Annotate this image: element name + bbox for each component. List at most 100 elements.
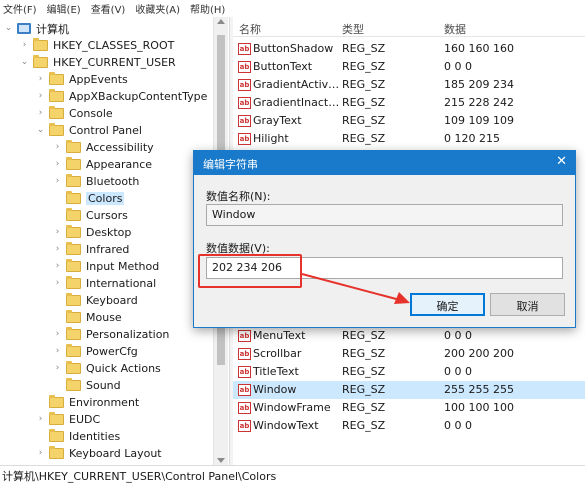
menu-file[interactable]: 文件(F) — [3, 1, 37, 16]
tree-item-sound[interactable]: Sound — [53, 377, 121, 394]
menu-edit[interactable]: 编辑(E) — [47, 1, 81, 16]
status-bar: 计算机\HKEY_CURRENT_USER\Control Panel\Colo… — [0, 465, 585, 483]
value-type: REG_SZ — [342, 347, 386, 360]
tree-item-appearance[interactable]: › Appearance — [53, 156, 152, 173]
chevron-right-icon[interactable]: › — [53, 330, 62, 339]
menu-help[interactable]: 帮助(H) — [190, 1, 225, 16]
scroll-up-arrow-icon[interactable] — [217, 19, 225, 24]
chevron-down-icon[interactable]: ⌄ — [4, 24, 13, 33]
chevron-right-icon[interactable]: › — [53, 364, 62, 373]
tree-item-cursors[interactable]: Cursors — [53, 207, 128, 224]
chevron-right-icon[interactable]: › — [36, 415, 45, 424]
chevron-right-icon[interactable]: › — [53, 347, 62, 356]
tree-item-bluetooth[interactable]: › Bluetooth — [53, 173, 139, 190]
list-item[interactable]: ab GradientActive... REG_SZ 185 209 234 — [233, 76, 585, 94]
chevron-down-icon[interactable]: ⌄ — [20, 58, 29, 67]
list-item[interactable]: ab Hilight REG_SZ 0 120 215 — [233, 130, 585, 148]
chevron-right-icon[interactable]: › — [53, 143, 62, 152]
tree-item-quick-actions[interactable]: › Quick Actions — [53, 360, 161, 377]
folder-icon — [66, 191, 81, 204]
chevron-right-icon[interactable]: › — [36, 75, 45, 84]
chevron-right-icon[interactable]: › — [53, 262, 62, 271]
tree-item-control-panel[interactable]: ⌄ Control Panel — [36, 122, 142, 139]
tree-item-accessibility[interactable]: › Accessibility — [53, 139, 154, 156]
list-item[interactable]: ab MenuText REG_SZ 0 0 0 — [233, 327, 585, 345]
string-value-icon: ab — [238, 330, 251, 342]
string-value-icon: ab — [238, 384, 251, 396]
value-data-field[interactable]: 202 234 206 — [206, 257, 563, 279]
list-item[interactable]: ab WindowFrame REG_SZ 100 100 100 — [233, 399, 585, 417]
value-name: Scrollbar — [253, 347, 302, 360]
chevron-right-icon[interactable]: › — [53, 228, 62, 237]
value-name-field[interactable]: Window — [206, 204, 563, 226]
tree-item-powercfg[interactable]: › PowerCfg — [53, 343, 138, 360]
ok-button[interactable]: 确定 — [410, 293, 485, 316]
string-value-icon: ab — [238, 61, 251, 73]
tree-item-label: Keyboard — [86, 294, 138, 307]
tree-item-computer[interactable]: ⌄ 计算机 — [4, 20, 69, 37]
tree-item-hkcu[interactable]: ⌄ HKEY_CURRENT_USER — [20, 54, 176, 71]
tree-item-environment[interactable]: Environment — [36, 394, 139, 411]
menu-view[interactable]: 查看(V) — [91, 1, 126, 16]
tree-item-personalization[interactable]: › Personalization — [53, 326, 169, 343]
tree-item-input-method[interactable]: › Input Method — [53, 258, 159, 275]
chevron-right-icon[interactable]: › — [53, 177, 62, 186]
tree-item-identities[interactable]: Identities — [36, 428, 120, 445]
tree-item-eudc[interactable]: › EUDC — [36, 411, 100, 428]
menu-favorites[interactable]: 收藏夹(A) — [135, 1, 180, 16]
chevron-right-icon[interactable]: › — [20, 41, 29, 50]
tree-item-desktop[interactable]: › Desktop — [53, 224, 131, 241]
folder-icon — [66, 293, 81, 306]
chevron-right-icon[interactable]: › — [53, 279, 62, 288]
list-item-selected[interactable]: ab Window REG_SZ 255 255 255 — [233, 381, 585, 399]
tree-item-colors[interactable]: Colors — [53, 190, 125, 207]
tree-item-console[interactable]: › Console — [36, 105, 113, 122]
tree-item-appevents[interactable]: › AppEvents — [36, 71, 128, 88]
tree-item-infrared[interactable]: › Infrared — [53, 241, 129, 258]
tree-item-label: International — [86, 277, 157, 290]
dialog-title-bar[interactable]: 编辑字符串 — [194, 151, 575, 175]
scroll-down-arrow-icon[interactable] — [217, 458, 225, 463]
cancel-button[interactable]: 取消 — [490, 293, 565, 316]
tree-item-international[interactable]: › International — [53, 275, 156, 292]
folder-icon — [66, 310, 81, 323]
chevron-right-icon[interactable]: › — [36, 109, 45, 118]
column-header-name[interactable]: 名称 — [239, 21, 261, 37]
tree-item-keyboard-layout[interactable]: › Keyboard Layout — [36, 445, 162, 462]
folder-icon — [66, 242, 81, 255]
folder-icon — [66, 140, 81, 153]
column-header-data[interactable]: 数据 — [444, 21, 466, 37]
list-item[interactable]: ab GrayText REG_SZ 109 109 109 — [233, 112, 585, 130]
chevron-right-icon[interactable]: › — [36, 92, 45, 101]
tree-item-hkcr[interactable]: › HKEY_CLASSES_ROOT — [20, 37, 174, 54]
chevron-down-icon[interactable]: ⌄ — [36, 126, 45, 135]
value-data: 0 0 0 — [444, 419, 472, 432]
value-name: Hilight — [253, 132, 289, 145]
column-header-type[interactable]: 类型 — [342, 21, 364, 37]
tree-item-appxbackup[interactable]: › AppXBackupContentType — [36, 88, 207, 105]
folder-icon — [66, 276, 81, 289]
list-item[interactable]: ab WindowText REG_SZ 0 0 0 — [233, 417, 585, 435]
list-item[interactable]: ab Scrollbar REG_SZ 200 200 200 — [233, 345, 585, 363]
tree-item-mouse[interactable]: Mouse — [53, 309, 122, 326]
tree-item-keyboard[interactable]: Keyboard — [53, 292, 138, 309]
tree-item-label: 计算机 — [36, 22, 69, 36]
value-type: REG_SZ — [342, 96, 386, 109]
tree-item-label: Colors — [86, 192, 125, 205]
value-name: GrayText — [253, 114, 302, 127]
chevron-right-icon[interactable]: › — [53, 160, 62, 169]
string-value-icon: ab — [238, 402, 251, 414]
list-item[interactable]: ab GradientInacti... REG_SZ 215 228 242 — [233, 94, 585, 112]
string-value-icon: ab — [238, 97, 251, 109]
list-item[interactable]: ab ButtonShadow REG_SZ 160 160 160 — [233, 40, 585, 58]
chevron-right-icon[interactable]: › — [36, 449, 45, 458]
list-item[interactable]: ab ButtonText REG_SZ 0 0 0 — [233, 58, 585, 76]
value-type: REG_SZ — [342, 383, 386, 396]
list-item[interactable]: ab TitleText REG_SZ 0 0 0 — [233, 363, 585, 381]
chevron-right-icon[interactable]: › — [53, 245, 62, 254]
tree-item-label: Quick Actions — [86, 362, 161, 375]
menu-bar: 文件(F) 编辑(E) 查看(V) 收藏夹(A) 帮助(H) — [0, 0, 585, 17]
close-icon[interactable]: ✕ — [556, 155, 567, 169]
